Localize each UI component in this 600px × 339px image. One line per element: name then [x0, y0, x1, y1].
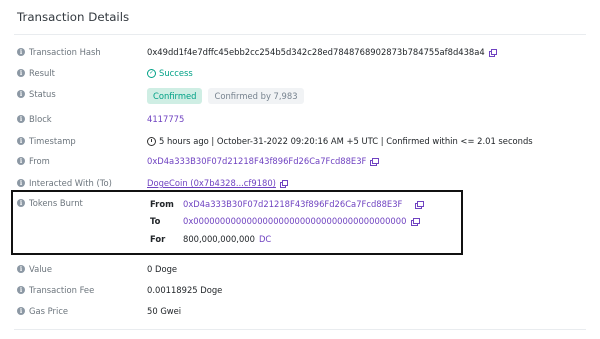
- info-icon[interactable]: i: [17, 115, 25, 123]
- token-symbol-link[interactable]: DC: [259, 234, 271, 244]
- status-badge: Confirmed: [147, 88, 203, 104]
- tokens-from-label: From: [150, 199, 174, 209]
- tokens-for-label: For: [150, 234, 166, 244]
- result-value: Success: [159, 68, 193, 78]
- from-address-link[interactable]: 0xD4a333B30F07d21218F43f896Fd26Ca7Fcd88E…: [147, 156, 366, 166]
- label-value: Value: [29, 264, 52, 274]
- block-link[interactable]: 4117775: [147, 114, 184, 124]
- info-icon[interactable]: i: [17, 90, 25, 98]
- contract-link[interactable]: DogeCoin (0x7b4328...cf9180): [147, 178, 276, 188]
- tokens-to-address-link[interactable]: 0x00000000000000000000000000000000000000…: [183, 216, 406, 226]
- info-icon[interactable]: i: [17, 199, 25, 207]
- info-icon[interactable]: i: [17, 69, 25, 77]
- copy-icon[interactable]: [415, 200, 424, 209]
- row-value: i Value 0 Doge: [17, 262, 586, 276]
- row-transaction-fee: i Transaction Fee 0.00118925 Doge: [17, 283, 586, 297]
- row-status: i Status Confirmed Confirmed by 7,983: [17, 88, 586, 104]
- copy-icon[interactable]: [279, 179, 289, 188]
- tokens-burnt-from: From 0xD4a333B30F07d21218F43f896Fd26Ca7F…: [150, 197, 424, 211]
- row-result: i Result ✓ Success: [17, 66, 586, 80]
- row-from: i From 0xD4a333B30F07d21218F43f896Fd26Ca7…: [17, 154, 586, 168]
- divider: [14, 329, 586, 330]
- row-timestamp: i Timestamp 5 hours ago | October-31-2022…: [17, 134, 586, 148]
- value-amount: 0 Doge: [147, 264, 178, 274]
- divider: [14, 34, 586, 35]
- info-icon[interactable]: i: [17, 48, 25, 56]
- tokens-from-address-link[interactable]: 0xD4a333B30F07d21218F43f896Fd26Ca7Fcd88E…: [183, 199, 402, 209]
- transaction-fee-value: 0.00118925 Doge: [147, 285, 223, 295]
- row-gas-price: i Gas Price 50 Gwei: [17, 304, 586, 318]
- row-transaction-hash: i Transaction Hash 0x49dd1f4e7dffc45ebb2c…: [17, 45, 586, 59]
- info-icon[interactable]: i: [17, 137, 25, 145]
- info-icon[interactable]: i: [17, 286, 25, 294]
- label-transaction-fee: Transaction Fee: [29, 285, 95, 295]
- tokens-burnt-for: For 800,000,000,000 DC: [150, 232, 271, 246]
- label-status: Status: [29, 89, 56, 99]
- info-icon[interactable]: i: [17, 157, 25, 165]
- label-interacted-with: Interacted With (To): [29, 178, 112, 188]
- label-block: Block: [29, 114, 52, 124]
- info-icon[interactable]: i: [17, 265, 25, 273]
- timestamp-value: 5 hours ago | October-31-2022 09:20:16 A…: [159, 136, 533, 146]
- label-result: Result: [29, 68, 55, 78]
- label-from: From: [29, 156, 50, 166]
- row-block: i Block 4117775: [17, 112, 586, 126]
- tokens-to-label: To: [150, 216, 161, 226]
- info-icon[interactable]: i: [17, 179, 25, 187]
- page-title: Transaction Details: [17, 10, 130, 24]
- transaction-hash-value: 0x49dd1f4e7dffc45ebb2cc254b5d342c28ed784…: [147, 47, 485, 57]
- confirmations-badge: Confirmed by 7,983: [208, 88, 304, 104]
- copy-icon[interactable]: [488, 48, 498, 57]
- gas-price-value: 50 Gwei: [147, 306, 182, 316]
- label-tokens-burnt: Tokens Burnt: [29, 198, 83, 208]
- clock-icon: [147, 136, 156, 146]
- label-timestamp: Timestamp: [29, 136, 76, 146]
- label-gas-price: Gas Price: [29, 306, 69, 316]
- tokens-burnt-to: To 0x00000000000000000000000000000000000…: [150, 214, 420, 228]
- label-transaction-hash: Transaction Hash: [29, 47, 101, 57]
- tokens-amount: 800,000,000,000: [183, 234, 255, 244]
- copy-icon[interactable]: [411, 217, 420, 226]
- info-icon[interactable]: i: [17, 307, 25, 315]
- check-circle-icon: ✓: [147, 68, 156, 78]
- copy-icon[interactable]: [370, 157, 379, 166]
- row-interacted-with: i Interacted With (To) DogeCoin (0x7b4328…: [17, 176, 586, 190]
